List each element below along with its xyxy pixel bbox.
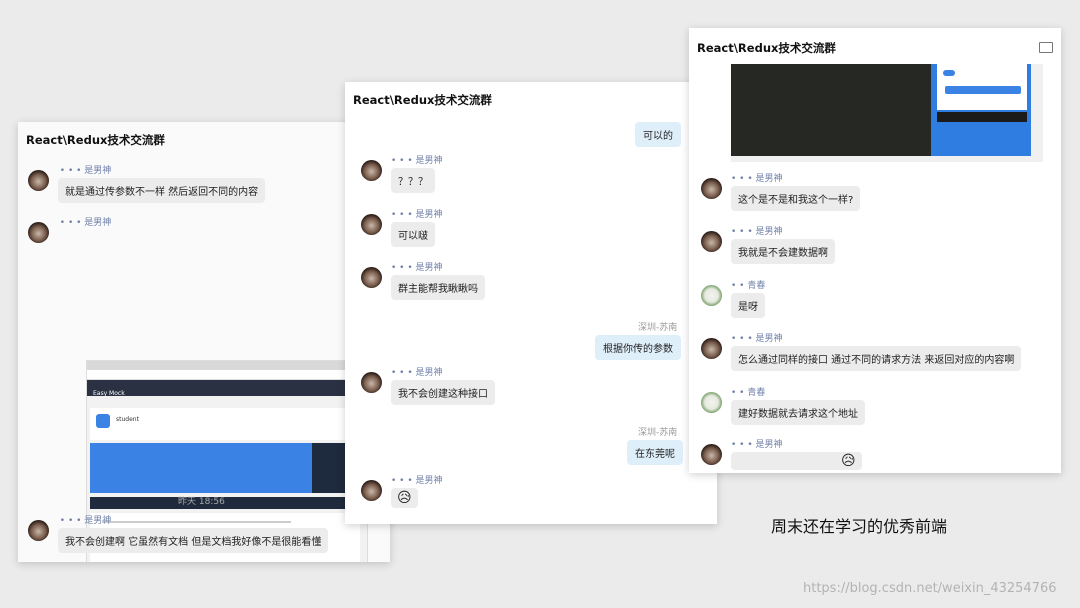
message-bubble[interactable]: 我不会创建啊 它虽然有文档 但是文档我好像不是很能看懂 (58, 528, 329, 553)
toggle-icon (943, 70, 955, 76)
browser-tabs (87, 361, 367, 370)
sender-name: • • • 是男神 (391, 368, 443, 378)
screenshot-image[interactable] (731, 64, 1043, 162)
avatar (361, 267, 382, 288)
sender-name: • • 青春 (731, 281, 766, 291)
sender-name: • • • 是男神 (391, 210, 443, 220)
watermark-text: https://blog.csdn.net/weixin_43254766 (803, 581, 1057, 596)
sender-name: • • • 是男神 (58, 516, 112, 526)
message-bubble[interactable]: 可以啵 (391, 222, 435, 247)
emoji-bubble[interactable]: 😥 (731, 452, 862, 470)
avatar (701, 231, 722, 252)
message-bubble[interactable]: ？？？ (391, 168, 435, 193)
chat-title: React\Redux技术交流群 (697, 41, 836, 55)
sender-name: • • • 是男神 (391, 156, 443, 166)
message-bubble[interactable]: 是呀 (731, 293, 765, 318)
chat-panel-left: React\Redux技术交流群 • • • 是男神 就是通过传参数不一样 然后… (18, 122, 390, 562)
table-row (102, 521, 291, 523)
chat-title: React\Redux技术交流群 (26, 133, 165, 147)
screenshot-dark-area (731, 64, 931, 156)
project-card: student (90, 408, 360, 440)
avatar (28, 222, 49, 243)
app-bar: Easy Mock (87, 380, 367, 397)
message-bubble[interactable]: 我不会创建这种接口 (391, 380, 495, 405)
self-message-bubble[interactable]: 根据你传的参数 (595, 335, 681, 360)
sender-name: • • • 是男神 (58, 218, 112, 228)
info-panel (90, 443, 312, 493)
screenshot-phone-form (937, 64, 1027, 110)
avatar (361, 160, 382, 181)
avatar (701, 444, 722, 465)
avatar (701, 178, 722, 199)
sender-name: • • • 是男神 (731, 440, 783, 450)
avatar (28, 170, 49, 191)
avatar (701, 338, 722, 359)
self-message-bubble[interactable]: 可以的 (635, 122, 681, 147)
message-bubble[interactable]: 这个是不是和我这个一样? (731, 186, 861, 211)
folder-icon[interactable] (1039, 42, 1053, 53)
avatar (701, 285, 722, 306)
self-message-bubble[interactable]: 在东莞呢 (627, 440, 683, 465)
chat-title: React\Redux技术交流群 (353, 93, 492, 107)
sender-name: • • • 是男神 (391, 263, 443, 273)
message-bubble[interactable]: 群主能帮我瞅瞅吗 (391, 275, 485, 300)
avatar (361, 214, 382, 235)
sender-name: • • • 是男神 (58, 166, 112, 176)
message-bubble[interactable]: 怎么通过同样的接口 通过不同的请求方法 来返回对应的内容啊 (731, 346, 1022, 371)
emoji-bubble[interactable]: 😥 (391, 488, 418, 508)
app-name: Easy Mock (93, 390, 125, 397)
self-name: 深圳-苏南 (638, 323, 678, 333)
message-bubble[interactable]: 建好数据就去请求这个地址 (731, 400, 865, 425)
avatar (361, 480, 382, 501)
screenshot-button (945, 86, 1021, 94)
avatar (361, 372, 382, 393)
self-name: 深圳-苏南 (638, 428, 678, 438)
sender-name: • • • 是男神 (731, 334, 783, 344)
avatar (701, 392, 722, 413)
avatar (28, 520, 49, 541)
sender-name: • • 青春 (731, 388, 766, 398)
url-bar (87, 370, 367, 380)
message-bubble[interactable]: 我就是不会建数据啊 (731, 239, 835, 264)
project-icon (96, 414, 110, 428)
nav-bar (90, 497, 360, 509)
caption-text: 周末还在学习的优秀前端 (771, 517, 948, 536)
chat-panel-right: React\Redux技术交流群 • • • 是男神 这个是不是和我这个一样? … (689, 28, 1061, 473)
timestamp: 昨天 18:56 (178, 497, 225, 507)
sender-name: • • • 是男神 (731, 227, 783, 237)
chat-panel-middle: React\Redux技术交流群 可以的 • • • 是男神 ？？？ • • •… (345, 82, 717, 524)
sender-name: • • • 是男神 (731, 174, 783, 184)
message-bubble[interactable]: 就是通过传参数不一样 然后返回不同的内容 (58, 178, 266, 203)
sender-name: • • • 是男神 (391, 476, 443, 486)
screenshot-tabbar (937, 112, 1027, 122)
project-label: student (116, 416, 139, 423)
